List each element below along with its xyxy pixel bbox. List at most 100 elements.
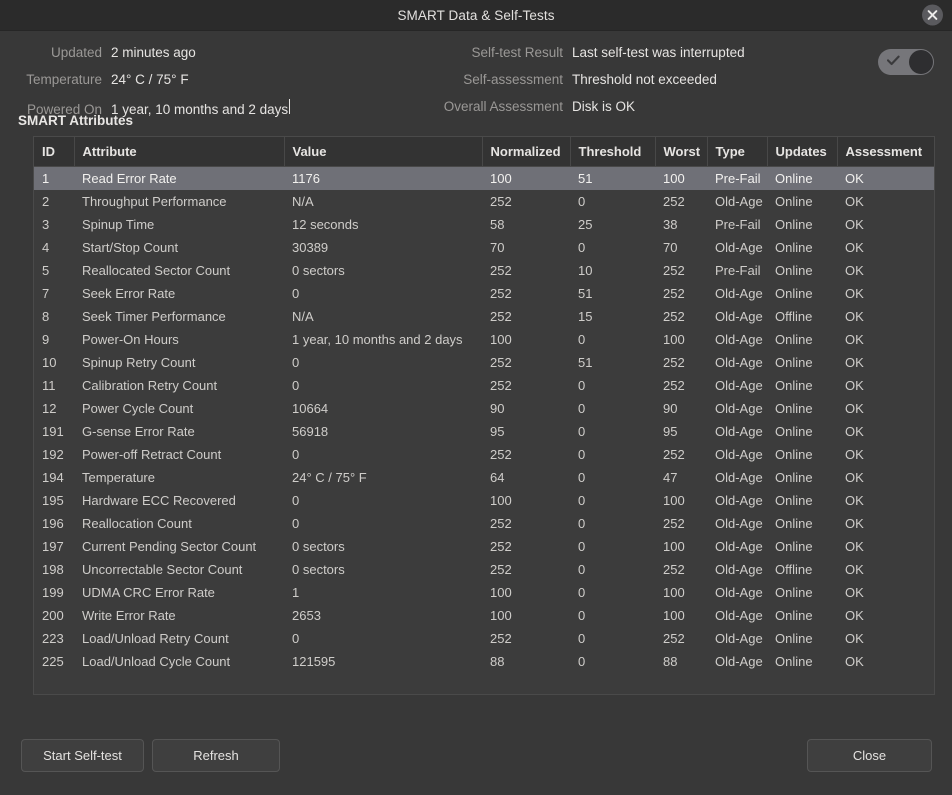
table-row[interactable]: 223 Load/Unload Retry Count 0 252 0 252 Old-Ag… [34, 627, 934, 650]
column-header-normalized[interactable]: Normalized [482, 137, 571, 167]
cell-type: Old-Age [715, 308, 763, 324]
cell-assessment: OK [845, 354, 864, 370]
table-row[interactable]: 194 Temperature 24° C / 75° F 64 0 47 Old-Age O… [34, 466, 934, 489]
cell-id: 195 [42, 492, 64, 508]
cell-attribute: Power-On Hours [82, 331, 179, 347]
table-row[interactable]: 225 Load/Unload Cycle Count 121595 88 0 88 Old… [34, 650, 934, 673]
smart-attributes-table-container[interactable]: ID Attribute Value Normalized Threshold … [33, 136, 935, 695]
start-self-test-button[interactable]: Start Self-test [21, 739, 144, 772]
column-header-type[interactable]: Type [707, 137, 768, 167]
column-header-updates[interactable]: Updates [767, 137, 838, 167]
cell-assessment: OK [845, 308, 864, 324]
cell-id: 4 [42, 239, 50, 255]
cell-value: 30389 [292, 239, 329, 255]
table-row[interactable]: 196 Reallocation Count 0 252 0 252 Old-Age Onli… [34, 512, 934, 535]
table-row[interactable]: 192 Power-off Retract Count 0 252 0 252 Old-Ag… [34, 443, 934, 466]
summary-left-column: Updated 2 minutes ago Temperature 24° C … [0, 45, 291, 126]
cell-threshold: 15 [578, 308, 593, 324]
cell-worst: 100 [655, 166, 707, 190]
self-assessment-label: Self-assessment [463, 72, 563, 87]
cell-value: 0 sectors [292, 561, 345, 577]
temperature-value: 24° C / 75° F [111, 72, 189, 87]
cell-id: 12 [42, 400, 57, 416]
column-header-assessment[interactable]: Assessment [837, 137, 934, 167]
cell-threshold: 0 [578, 331, 586, 347]
cell-value: 0 [292, 630, 300, 646]
close-icon[interactable] [922, 4, 943, 26]
cell-assessment: OK [845, 193, 864, 209]
cell-value: 10664 [292, 400, 329, 416]
cell-type: Pre-Fail [715, 216, 761, 232]
table-row[interactable]: 11 Calibration Retry Count 0 252 0 252 Old-Age… [34, 374, 934, 397]
cell-threshold: 0 [578, 584, 586, 600]
cell-type: Old-Age [715, 400, 763, 416]
cell-threshold: 25 [578, 216, 593, 232]
table-row[interactable]: 199 UDMA CRC Error Rate 1 100 0 100 Old-Age Onl… [34, 581, 934, 604]
cell-updates: Online [775, 354, 813, 370]
summary-row-self-assessment: Self-assessment Threshold not exceeded [420, 72, 745, 99]
column-header-id[interactable]: ID [34, 137, 75, 167]
smart-enabled-toggle[interactable] [878, 49, 934, 75]
column-header-worst[interactable]: Worst [655, 137, 708, 167]
cell-assessment: OK [845, 653, 864, 669]
self-test-result-value: Last self-test was interrupted [572, 45, 745, 60]
table-row[interactable]: 2 Throughput Performance N/A 252 0 252 Old-Age… [34, 190, 934, 213]
table-row[interactable]: 5 Reallocated Sector Count 0 sectors 252 10 2… [34, 259, 934, 282]
table-row[interactable]: 7 Seek Error Rate 0 252 51 252 Old-Age Online OK [34, 282, 934, 305]
cell-value: 0 [292, 377, 300, 393]
cell-assessment: OK [845, 515, 864, 531]
self-test-result-label: Self-test Result [471, 45, 563, 60]
cell-threshold: 51 [570, 166, 655, 190]
cell-attribute: Temperature [82, 469, 155, 485]
cell-normalized: 252 [490, 193, 512, 209]
cell-assessment: OK [845, 262, 864, 278]
cell-value: 1 year, 10 months and 2 days [292, 331, 463, 347]
cell-updates: Online [775, 423, 813, 439]
table-row[interactable]: 1 Read Error Rate 1176 100 51 100 Pre-Fail Onli… [34, 166, 934, 190]
cell-normalized: 252 [490, 515, 512, 531]
cell-assessment: OK [845, 561, 864, 577]
powered-on-value: 1 year, 10 months and 2 days [111, 102, 289, 117]
table-row[interactable]: 195 Hardware ECC Recovered 0 100 0 100 Old-Age… [34, 489, 934, 512]
cell-attribute: Reallocation Count [82, 515, 192, 531]
cell-attribute: Hardware ECC Recovered [82, 492, 236, 508]
table-row[interactable]: 9 Power-On Hours 1 year, 10 months and 2 d… [34, 328, 934, 351]
refresh-button[interactable]: Refresh [152, 739, 280, 772]
cell-id: 197 [42, 538, 64, 554]
column-header-value[interactable]: Value [284, 137, 483, 167]
table-row[interactable]: 191 G-sense Error Rate 56918 95 0 95 Old-Age On… [34, 420, 934, 443]
table-body: 1 Read Error Rate 1176 100 51 100 Pre-Fail Onli… [34, 166, 934, 673]
cell-value: 56918 [292, 423, 329, 439]
cell-id: 1 [34, 166, 74, 190]
table-row[interactable]: 8 Seek Timer Performance N/A 252 15 252 Old-Ag… [34, 305, 934, 328]
cell-type: Old-Age [715, 446, 763, 462]
table-row[interactable]: 197 Current Pending Sector Count 0 sectors… [34, 535, 934, 558]
table-row[interactable]: 3 Spinup Time 12 seconds 58 25 38 Pre-Fail Onli… [34, 213, 934, 236]
cell-attribute: Load/Unload Retry Count [82, 630, 229, 646]
cell-worst: 47 [663, 469, 678, 485]
table-row[interactable]: 4 Start/Stop Count 30389 70 0 70 Old-Age Online… [34, 236, 934, 259]
cell-updates: Online [775, 216, 813, 232]
cell-type: Old-Age [715, 653, 763, 669]
cell-id: 198 [42, 561, 64, 577]
cell-value: 12 seconds [292, 216, 359, 232]
cell-worst: 252 [663, 308, 685, 324]
cell-worst: 95 [663, 423, 678, 439]
window-title: SMART Data & Self-Tests [397, 7, 555, 23]
cell-value: N/A [292, 193, 314, 209]
table-row[interactable]: 12 Power Cycle Count 10664 90 0 90 Old-Age Onli… [34, 397, 934, 420]
cell-id: 11 [42, 377, 56, 393]
cell-attribute: Reallocated Sector Count [82, 262, 231, 278]
cell-normalized: 100 [482, 166, 570, 190]
cell-worst: 88 [663, 653, 678, 669]
column-header-attribute[interactable]: Attribute [74, 137, 285, 167]
cell-assessment: OK [845, 446, 864, 462]
cell-normalized: 252 [490, 354, 512, 370]
table-row[interactable]: 198 Uncorrectable Sector Count 0 sectors 25… [34, 558, 934, 581]
close-button[interactable]: Close [807, 739, 932, 772]
table-row[interactable]: 200 Write Error Rate 2653 100 0 100 Old-Age Onl… [34, 604, 934, 627]
summary-row-self-test-result: Self-test Result Last self-test was inte… [420, 45, 745, 72]
column-header-threshold[interactable]: Threshold [570, 137, 656, 167]
table-row[interactable]: 10 Spinup Retry Count 0 252 51 252 Old-Age Onli… [34, 351, 934, 374]
cell-id: 10 [42, 354, 57, 370]
